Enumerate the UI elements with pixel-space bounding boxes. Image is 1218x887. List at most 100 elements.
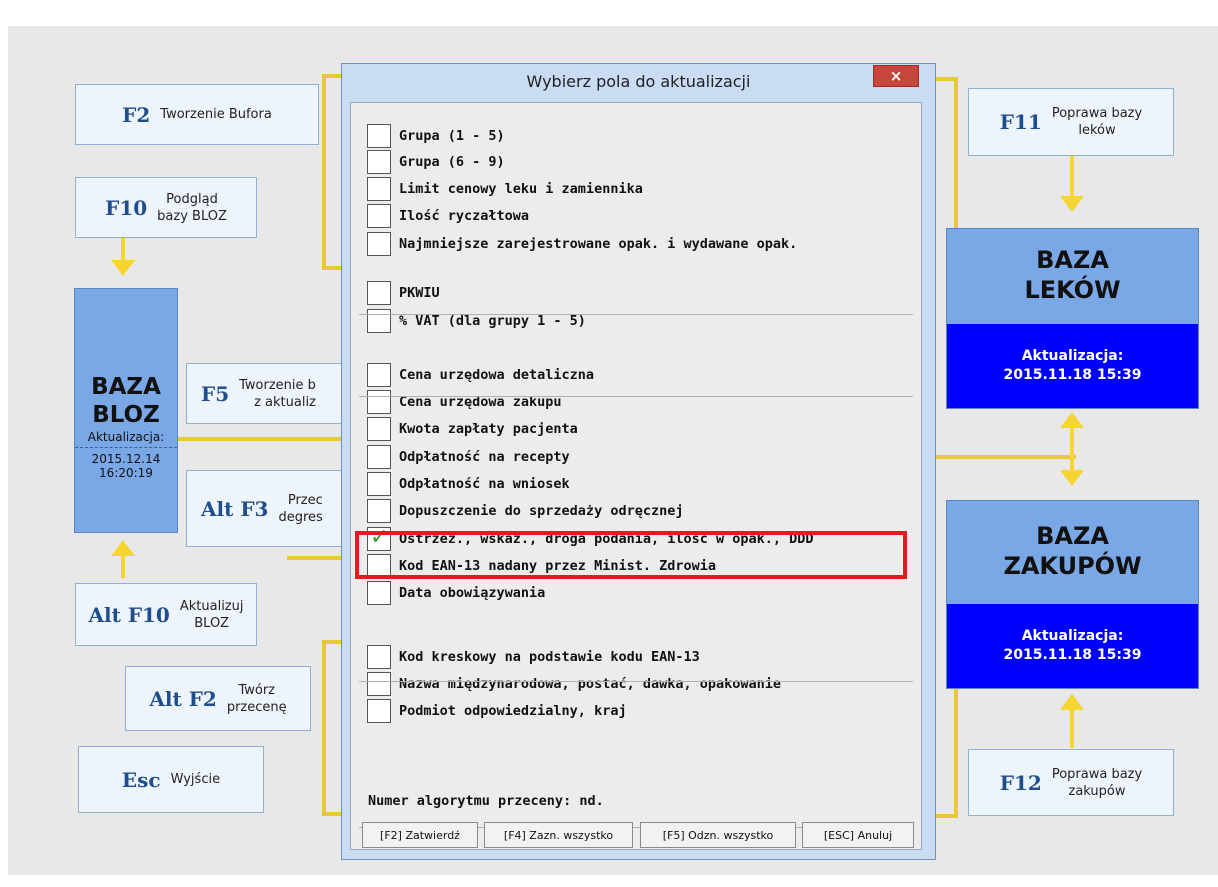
checkbox-icon[interactable]: [367, 309, 391, 333]
select-fields-dialog: Wybierz pola do aktualizacji × Grupa (1 …: [341, 63, 936, 860]
connector-line: [322, 640, 326, 816]
shortcut-description: Poprawa bazy leków: [1051, 106, 1143, 138]
connector-line: [178, 437, 344, 441]
checkbox-icon[interactable]: [367, 281, 391, 305]
separator: [359, 396, 913, 397]
checkbox-item[interactable]: Grupa (6 - 9): [367, 149, 505, 175]
up-arrow-icon: [111, 540, 135, 556]
checkbox-label: Odpłatność na wniosek: [399, 476, 570, 492]
baza-zakupow-title: BAZA ZAKUPÓW: [1003, 522, 1142, 580]
checkbox-item[interactable]: Cena urzędowa detaliczna: [367, 362, 594, 388]
highlight-frame: [355, 531, 907, 579]
checkbox-item[interactable]: Cena urzędowa zakupu: [367, 389, 562, 415]
checkbox-icon[interactable]: [367, 177, 391, 201]
shortcut-key: F5: [201, 381, 230, 406]
arrow-shaft: [121, 556, 125, 578]
checkbox-icon[interactable]: [367, 204, 391, 228]
baza-bloz-title: BAZA BLOZ: [91, 374, 161, 428]
checkbox-icon[interactable]: [367, 390, 391, 414]
alt-f10-shortcut[interactable]: Alt F10 Aktualizuj BLOZ: [75, 583, 257, 646]
checkbox-item[interactable]: Podmiot odpowiedzialny, kraj: [367, 698, 627, 724]
checkbox-item[interactable]: Ilość ryczałtowa: [367, 203, 529, 229]
dialog-title: Wybierz pola do aktualizacji: [526, 72, 751, 91]
baza-lekow-title: BAZA LEKÓW: [1024, 246, 1121, 304]
checkbox-icon[interactable]: [367, 124, 391, 148]
algorithm-number: Numer algorytmu przeceny: nd.: [368, 793, 604, 809]
connector-line: [936, 814, 958, 818]
checkbox-item[interactable]: % VAT (dla grupy 1 - 5): [367, 308, 586, 334]
checkbox-icon[interactable]: [367, 581, 391, 605]
checkbox-label: Najmniejsze zarejestrowane opak. i wydaw…: [399, 236, 798, 252]
checkbox-icon[interactable]: [367, 417, 391, 441]
f12-shortcut[interactable]: F12 Poprawa bazy zakupów: [968, 749, 1174, 816]
checkbox-item[interactable]: Kwota zapłaty pacjenta: [367, 416, 578, 442]
bloz-update-time: 16:20:19: [99, 466, 153, 480]
checkbox-icon[interactable]: [367, 363, 391, 387]
f11-shortcut[interactable]: F11 Poprawa bazy leków: [968, 88, 1174, 156]
checkbox-icon[interactable]: [367, 499, 391, 523]
alt-f3-shortcut[interactable]: Alt F3 Przec degres: [186, 470, 344, 547]
shortcut-description: Tworzenie Bufora: [160, 107, 272, 122]
checkbox-icon[interactable]: [367, 232, 391, 256]
baza-bloz-panel: BAZA BLOZ Aktualizacja: 2015.12.14 16:20…: [74, 288, 178, 533]
checkbox-label: Cena urzędowa detaliczna: [399, 367, 595, 383]
checkbox-label: Limit cenowy leku i zamiennika: [399, 181, 643, 197]
up-arrow-icon: [1060, 694, 1084, 710]
down-arrow-icon: [1060, 196, 1084, 212]
select-all-button[interactable]: [F4] Zazn. wszystko: [484, 822, 633, 848]
deselect-all-button[interactable]: [F5] Odzn. wszystko: [640, 822, 796, 848]
checkbox-item[interactable]: PKWIU: [367, 280, 440, 306]
separator: [359, 314, 913, 315]
checkbox-label: Ilość ryczałtowa: [399, 208, 530, 224]
connector-line: [322, 74, 326, 270]
checkbox-item[interactable]: Grupa (1 - 5): [367, 123, 505, 149]
update-datetime: 2015.11.18 15:39: [1003, 647, 1142, 663]
f5-shortcut[interactable]: F5 Tworzenie b z aktualiz: [186, 363, 344, 424]
checkbox-label: Podmiot odpowiedzialny, kraj: [399, 703, 627, 719]
f2-shortcut[interactable]: F2 Tworzenie Bufora: [75, 84, 319, 145]
checkbox-label: Grupa (6 - 9): [399, 154, 505, 170]
divider: [75, 447, 177, 448]
f10-shortcut[interactable]: F10 Podgląd bazy BLOZ: [75, 177, 257, 238]
checkbox-label: PKWIU: [399, 285, 440, 301]
shortcut-key: F12: [999, 770, 1042, 795]
checkbox-icon[interactable]: [367, 672, 391, 696]
checkbox-item[interactable]: Nazwa międzynarodowa, postać, dawka, opa…: [367, 671, 781, 697]
checkbox-icon[interactable]: [367, 150, 391, 174]
checkbox-label: Nazwa międzynarodowa, postać, dawka, opa…: [399, 676, 782, 692]
shortcut-key: Alt F10: [88, 602, 170, 627]
checkbox-icon[interactable]: [367, 645, 391, 669]
down-arrow-icon: [111, 260, 135, 276]
shortcut-description: Tworzenie b z aktualiz: [239, 377, 316, 410]
dialog-body: Grupa (1 - 5) Grupa (6 - 9) Limit cenowy l…: [350, 102, 922, 850]
shortcut-key: Alt F2: [149, 686, 217, 711]
shortcut-key: Esc: [121, 767, 161, 792]
down-arrow-icon: [1060, 470, 1084, 486]
bloz-update-date: 2015.12.14: [91, 452, 161, 466]
checkbox-item[interactable]: Kod kreskowy na podstawie kodu EAN-13: [367, 644, 700, 670]
shortcut-description: Podgląd bazy BLOZ: [157, 191, 227, 224]
close-button[interactable]: ×: [873, 65, 919, 87]
update-label: Aktualizacja:: [1021, 628, 1124, 644]
checkbox-icon[interactable]: [367, 699, 391, 723]
checkbox-item[interactable]: Limit cenowy leku i zamiennika: [367, 176, 643, 202]
alt-f2-shortcut[interactable]: Alt F2 Twórz przecenę: [125, 666, 311, 731]
baza-lekow-panel: BAZA LEKÓW Aktualizacja: 2015.11.18 15:3…: [946, 228, 1199, 409]
shortcut-key: F11: [999, 110, 1042, 134]
checkbox-label: Grupa (1 - 5): [399, 128, 505, 144]
checkbox-item[interactable]: Odpłatność na wniosek: [367, 471, 570, 497]
connector-line: [936, 77, 958, 81]
checkbox-item[interactable]: Najmniejsze zarejestrowane opak. i wydaw…: [367, 231, 797, 257]
confirm-button[interactable]: [F2] Zatwierdź: [362, 822, 478, 848]
cancel-button[interactable]: [ESC] Anuluj: [802, 822, 914, 848]
checkbox-item[interactable]: Data obowiązywania: [367, 580, 545, 606]
baza-lekow-update: Aktualizacja: 2015.11.18 15:39: [947, 324, 1198, 408]
arrow-shaft: [1070, 428, 1074, 470]
checkbox-item[interactable]: Dopuszczenie do sprzedaży odręcznej: [367, 498, 683, 524]
checkbox-item[interactable]: Odpłatność na recepty: [367, 444, 570, 470]
shortcut-description: Twórz przecenę: [226, 682, 287, 715]
esc-shortcut[interactable]: Esc Wyjście: [78, 746, 264, 813]
checkbox-icon[interactable]: [367, 472, 391, 496]
checkbox-icon[interactable]: [367, 445, 391, 469]
connector-line: [287, 556, 344, 560]
